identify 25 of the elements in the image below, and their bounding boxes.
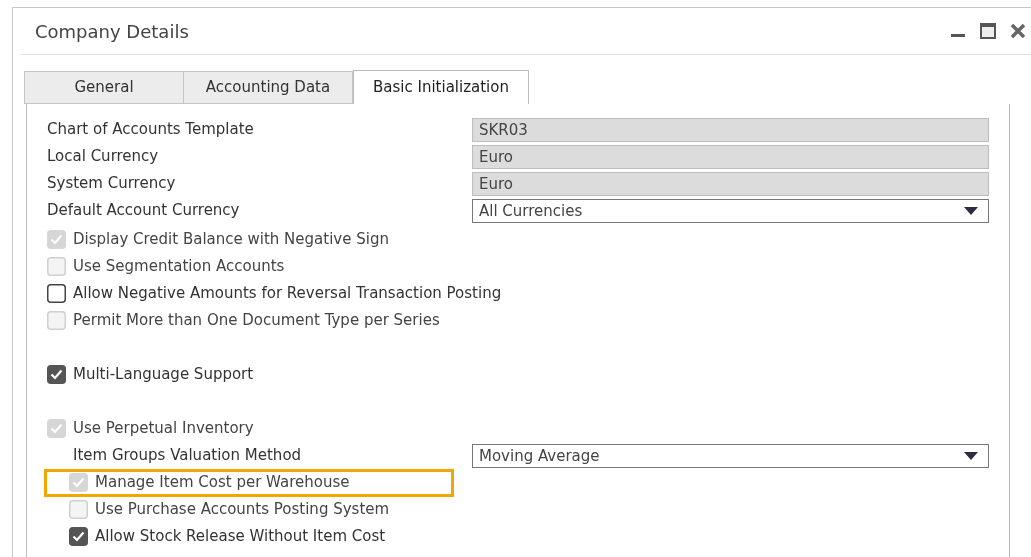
field-label: System Currency bbox=[47, 173, 177, 195]
field-label: Default Account Currency bbox=[47, 200, 241, 222]
checkbox-label: Multi-Language Support bbox=[73, 364, 254, 386]
checkbox-label: Display Credit Balance with Negative Sign bbox=[73, 229, 389, 251]
close-icon[interactable] bbox=[1009, 22, 1027, 40]
dropdown-field[interactable]: All Currencies bbox=[472, 198, 989, 223]
checkbox-label: Use Perpetual Inventory bbox=[73, 418, 254, 440]
tab[interactable]: Basic Initialization bbox=[353, 70, 529, 104]
checkbox-label: Permit More than One Document Type per Series bbox=[73, 310, 440, 332]
window-title: Company Details bbox=[35, 19, 190, 44]
checkbox-label: Allow Negative Amounts for Reversal Transaction Posting bbox=[73, 283, 502, 305]
field-label: Local Currency bbox=[47, 146, 160, 168]
tab[interactable]: General bbox=[24, 71, 184, 104]
tab[interactable]: Accounting Data bbox=[183, 71, 353, 104]
checkbox[interactable] bbox=[47, 284, 66, 303]
checkbox-label: Allow Stock Release Without Item Cost bbox=[95, 526, 386, 548]
field-label: Item Groups Valuation Method bbox=[73, 445, 303, 467]
checkbox-label: Use Segmentation Accounts bbox=[73, 256, 285, 278]
checkbox-label: Manage Item Cost per Warehouse bbox=[95, 472, 350, 494]
dropdown-arrow-icon bbox=[964, 206, 978, 215]
maximize-icon[interactable] bbox=[979, 22, 997, 40]
checkbox[interactable] bbox=[47, 365, 66, 384]
field-label: Chart of Accounts Template bbox=[47, 119, 255, 141]
dropdown-arrow-icon bbox=[964, 451, 978, 460]
checkbox-label: Use Purchase Accounts Posting System bbox=[95, 499, 390, 521]
